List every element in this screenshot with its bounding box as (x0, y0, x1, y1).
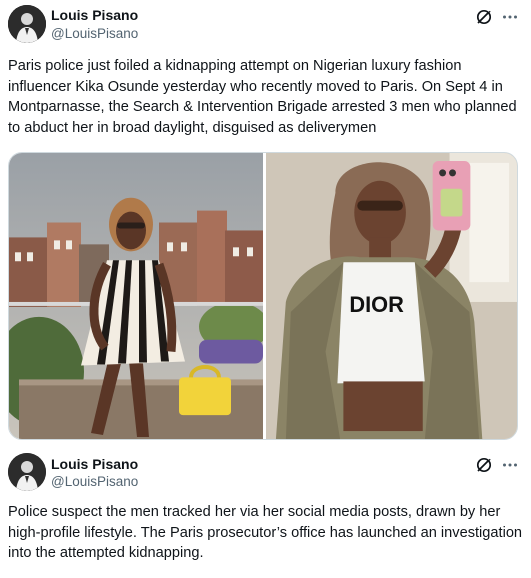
author-name[interactable]: Louis Pisano (51, 456, 138, 472)
author-avatar[interactable] (8, 453, 46, 491)
grok-icon[interactable] (475, 8, 493, 26)
shirt-logo-text: DIOR (349, 292, 404, 317)
author-avatar[interactable] (8, 5, 46, 43)
tweet-text: Paris police just foiled a kidnapping at… (8, 58, 517, 136)
photo-woman-striped-dress-rooftop[interactable] (9, 153, 263, 439)
tweet[interactable]: Louis Pisano @LouisPisano Police suspect… (0, 446, 531, 578)
avatar-image (8, 5, 46, 43)
author-handle[interactable]: @LouisPisano (51, 26, 138, 41)
grok-icon[interactable] (475, 456, 493, 474)
tweet[interactable]: Louis Pisano @LouisPisano Paris police j… (0, 0, 531, 446)
more-dots-icon[interactable] (501, 8, 519, 26)
tweet-text: Police suspect the men tracked her via h… (8, 504, 523, 561)
avatar-image (8, 453, 46, 491)
media-grid: DIOR (8, 152, 518, 440)
author-handle[interactable]: @LouisPisano (51, 474, 138, 489)
more-dots-icon[interactable] (501, 456, 519, 474)
author-name[interactable]: Louis Pisano (51, 7, 138, 23)
photo-woman-mirror-selfie[interactable]: DIOR (266, 153, 517, 439)
